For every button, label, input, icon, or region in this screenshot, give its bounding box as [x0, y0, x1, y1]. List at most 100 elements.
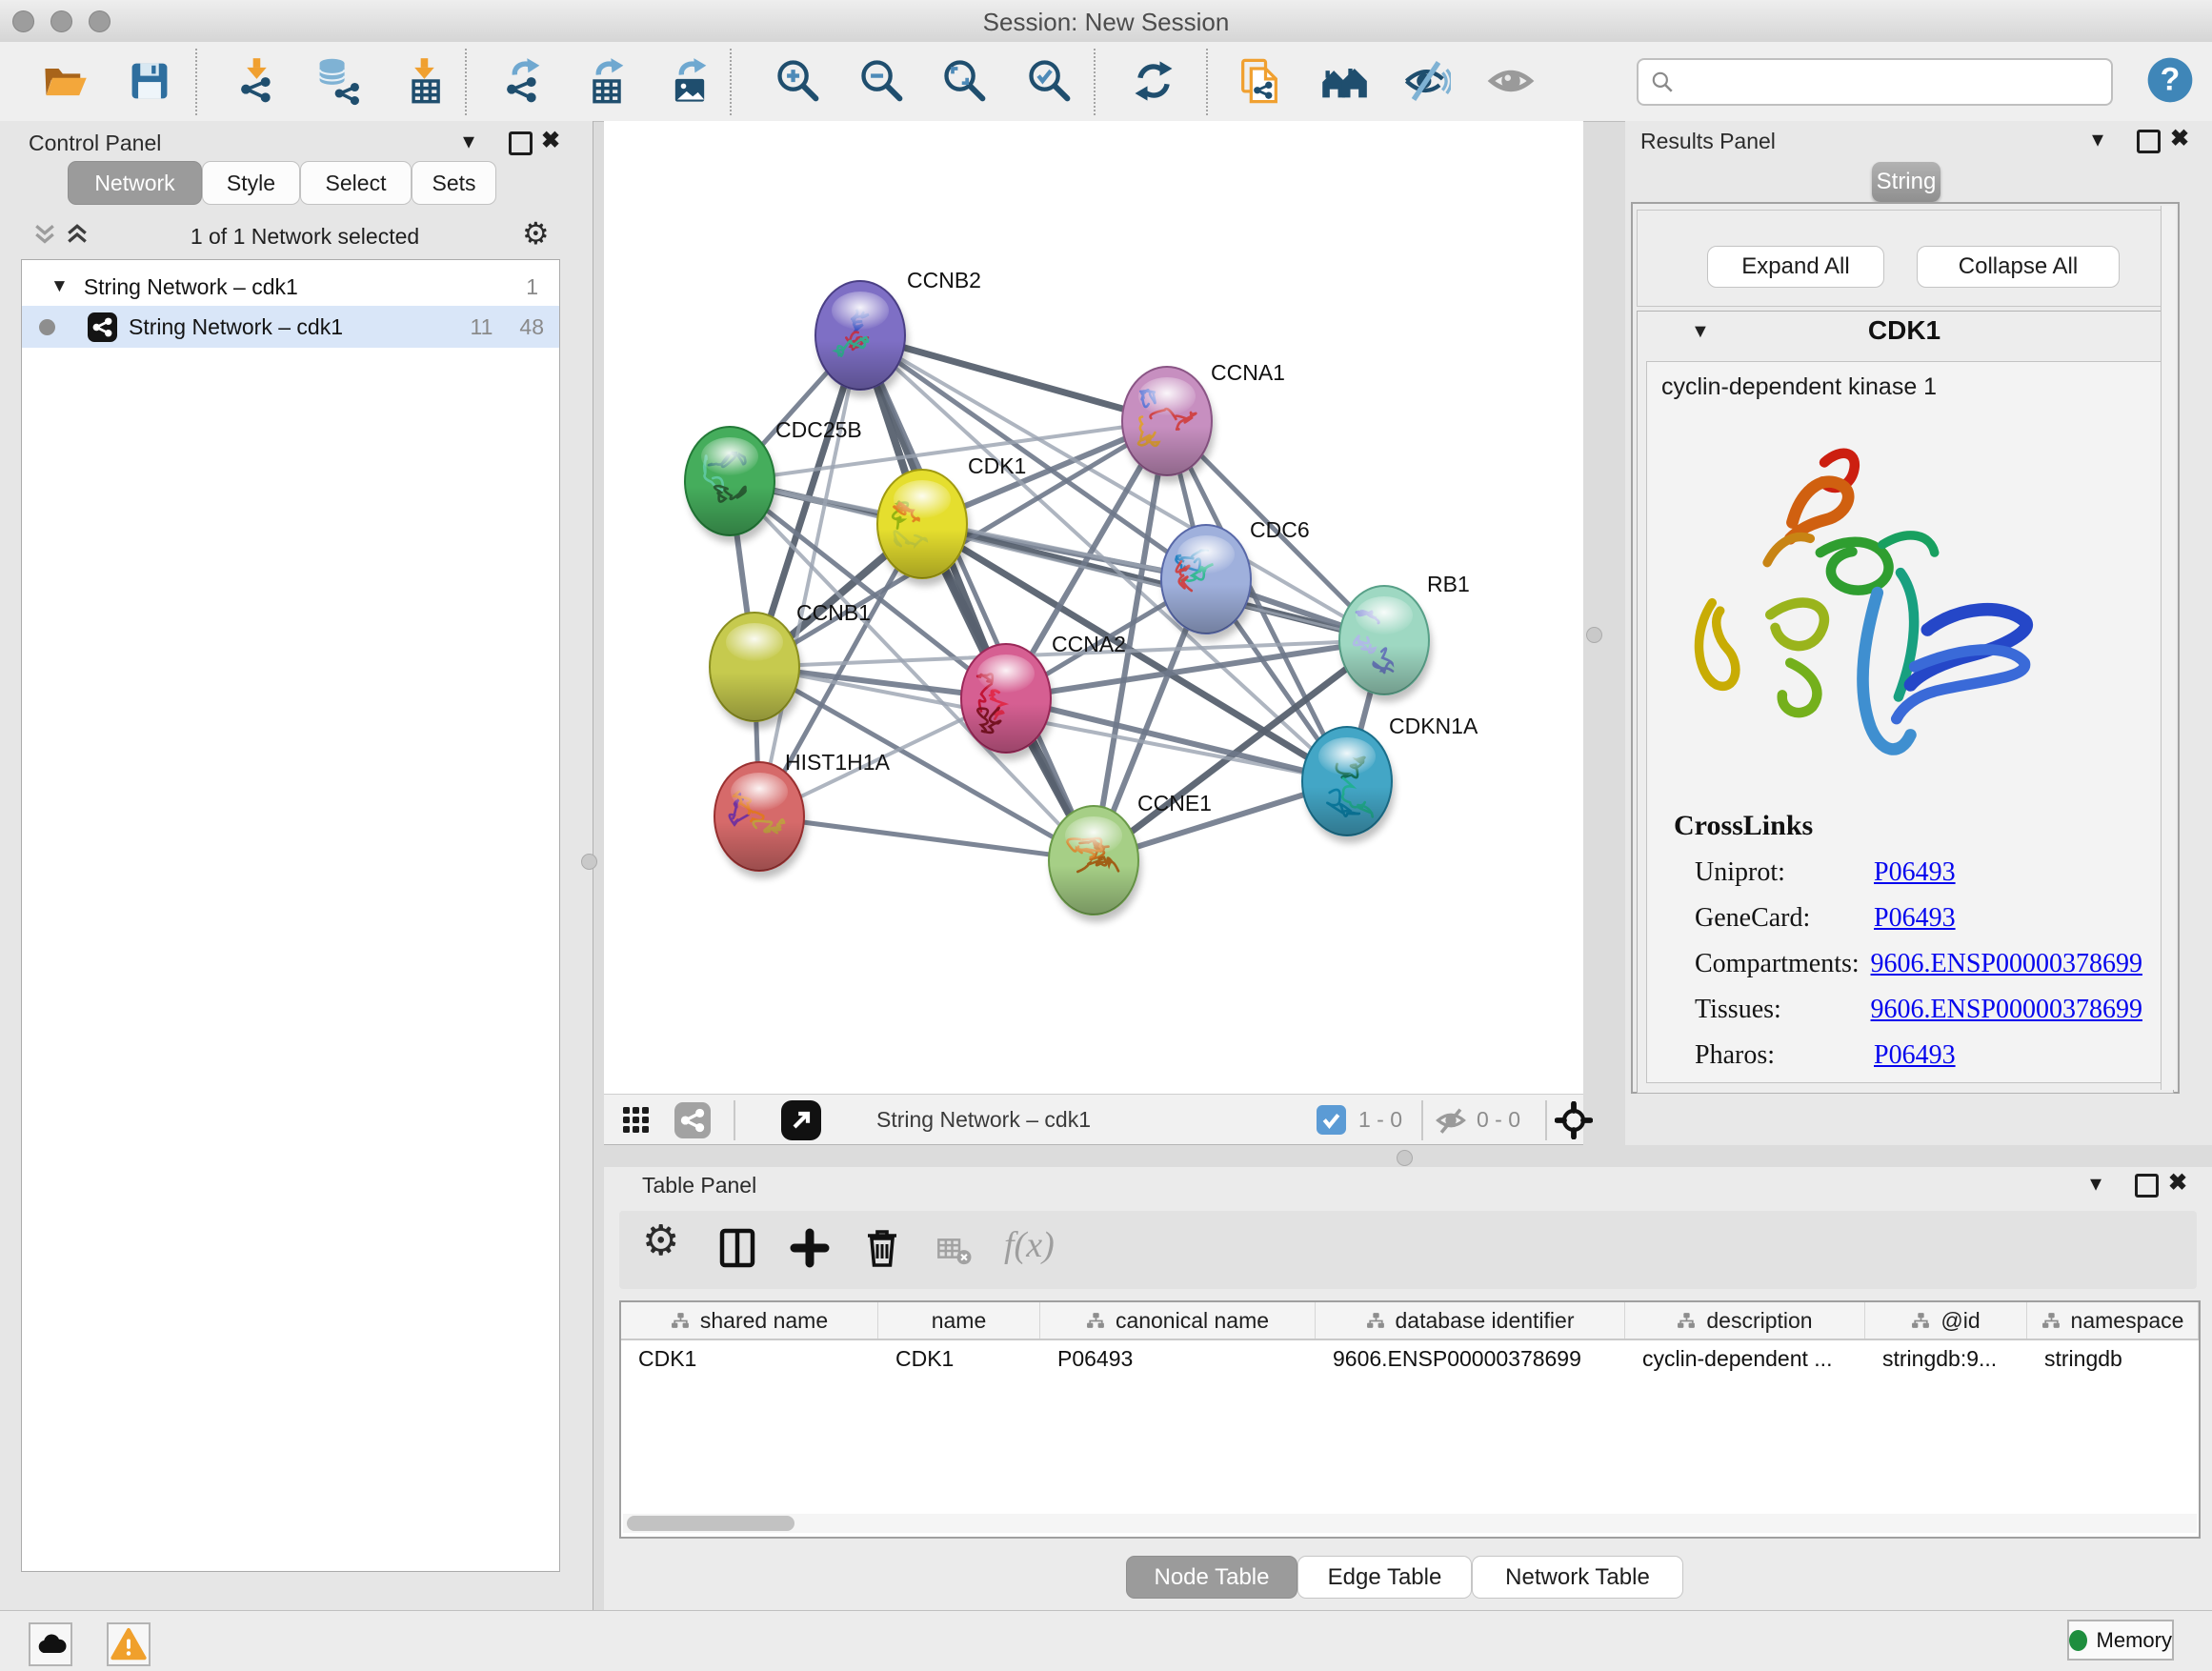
network-share-view-icon[interactable]	[674, 1102, 711, 1143]
expand-all-button[interactable]: Expand All	[1707, 246, 1884, 288]
tab-network-table[interactable]: Network Table	[1472, 1556, 1683, 1599]
show-columns-icon[interactable]	[714, 1225, 764, 1275]
results-panel-close-icon[interactable]: ✖	[2170, 128, 2189, 151]
open-in-window-icon[interactable]	[781, 1100, 821, 1145]
import-table-button[interactable]	[400, 56, 450, 106]
network-edge-count: 48	[519, 314, 544, 340]
zoom-in-button[interactable]	[774, 56, 823, 106]
network-graph: CCNB2CCNA1CDC25BCDK1CDC6RB1CCNB1CCNA2CDK…	[604, 121, 1583, 1094]
network-node-CCNA1[interactable]: CCNA1	[1122, 360, 1285, 483]
warnings-button[interactable]	[107, 1622, 151, 1666]
expand-all-networks-icon[interactable]	[63, 220, 91, 253]
column-header-canonical-name[interactable]: canonical name	[1040, 1302, 1316, 1339]
bottom-splitter-handle[interactable]	[1397, 1150, 1413, 1166]
network-node-CCNA2[interactable]: CCNA2	[961, 632, 1126, 760]
hidden-items-eye-slash-icon[interactable]	[1435, 1104, 1467, 1141]
network-node-CDKN1A[interactable]: CDKN1A	[1302, 714, 1478, 843]
crosslink-link[interactable]: P06493	[1874, 903, 1956, 934]
add-column-icon[interactable]	[787, 1225, 836, 1275]
network-node-CDC6[interactable]: CDC6	[1161, 517, 1310, 641]
column-header-label: database identifier	[1396, 1308, 1575, 1334]
zoom-selected-button[interactable]	[1025, 56, 1075, 106]
delete-column-trash-icon[interactable]	[859, 1225, 909, 1275]
zoom-fit-button[interactable]	[940, 56, 990, 106]
refresh-view-button[interactable]	[1129, 56, 1178, 106]
column-header-shared-name[interactable]: shared name	[621, 1302, 878, 1339]
table-row[interactable]: CDK1CDK1P064939606.ENSP00000378699cyclin…	[621, 1340, 2199, 1377]
left-splitter-handle[interactable]	[581, 854, 597, 870]
column-header-namespace[interactable]: namespace	[2027, 1302, 2199, 1339]
tab-edge-table[interactable]: Edge Table	[1297, 1556, 1472, 1599]
tab-select[interactable]: Select	[300, 161, 412, 205]
network-label: String Network – cdk1	[129, 314, 343, 340]
collapse-all-networks-icon[interactable]	[30, 220, 59, 253]
network-canvas[interactable]: CCNB2CCNA1CDC25BCDK1CDC6RB1CCNB1CCNA2CDK…	[604, 121, 1583, 1094]
export-network-button[interactable]	[498, 56, 548, 106]
export-image-button[interactable]	[665, 56, 714, 106]
network-options-gear-icon[interactable]: ⚙	[522, 218, 550, 249]
table-cell: cyclin-dependent ...	[1625, 1340, 1865, 1377]
protein-structure-image	[1672, 434, 2053, 785]
results-vertical-scrollbar[interactable]	[2161, 206, 2176, 1090]
selected-nodes-checkbox-icon[interactable]	[1317, 1105, 1346, 1139]
column-header-name[interactable]: name	[878, 1302, 1040, 1339]
collapse-all-button[interactable]: Collapse All	[1917, 246, 2120, 288]
export-table-button[interactable]	[582, 56, 632, 106]
column-type-icon	[1086, 1311, 1106, 1331]
search-input[interactable]	[1675, 63, 2111, 101]
tab-string[interactable]: String	[1872, 162, 1941, 202]
crosslink-label: Compartments:	[1695, 949, 1871, 979]
node-table-header: shared namenamecanonical name database id…	[621, 1302, 2199, 1340]
column-header-database-identifier[interactable]: database identifier	[1316, 1302, 1625, 1339]
network-row[interactable]: String Network – cdk1 11 48	[22, 306, 559, 348]
help-button[interactable]: ?	[2143, 53, 2193, 103]
tab-network[interactable]: Network	[68, 161, 202, 205]
selected-node-edge-counts: 1 - 0	[1358, 1107, 1402, 1133]
results-panel-menu-icon[interactable]: ▾	[2092, 129, 2103, 151]
table-scrollbar-thumb[interactable]	[627, 1516, 794, 1531]
network-node-CCNB2[interactable]: CCNB2	[815, 268, 981, 397]
table-panel-menu-icon[interactable]: ▾	[2090, 1173, 2101, 1196]
node-label-CDC6: CDC6	[1250, 517, 1310, 542]
memory-button[interactable]: Memory	[2067, 1620, 2174, 1661]
right-splitter-handle[interactable]	[1586, 627, 1602, 643]
import-network-button[interactable]	[232, 56, 282, 106]
open-session-button[interactable]	[40, 56, 90, 106]
network-node-HIST1H1A[interactable]: HIST1H1A	[714, 750, 891, 878]
table-gear-icon[interactable]: ⚙	[642, 1220, 692, 1270]
results-panel: Results Panel ▾ ✖ String Expand All Coll…	[1625, 121, 2212, 1145]
hide-results-icon[interactable]	[1401, 56, 1451, 106]
import-network-from-database-button[interactable]	[312, 56, 362, 106]
table-horizontal-scrollbar[interactable]	[623, 1514, 2197, 1533]
save-session-button[interactable]	[125, 56, 174, 106]
column-header-description[interactable]: description	[1625, 1302, 1865, 1339]
toolbar-separator	[1094, 49, 1096, 115]
network-collection-row[interactable]: ▼ String Network – cdk1 1	[22, 266, 559, 308]
control-panel-close-icon[interactable]: ✖	[541, 130, 560, 152]
birds-eye-view-icon[interactable]	[1555, 1101, 1593, 1144]
network-node-RB1[interactable]: RB1	[1339, 572, 1470, 702]
tab-style[interactable]: Style	[202, 161, 300, 205]
table-panel-close-icon[interactable]: ✖	[2168, 1172, 2187, 1195]
protein-expander-icon[interactable]: ▼	[1691, 321, 1710, 343]
clone-network-button[interactable]	[1235, 56, 1284, 106]
crosslink-link[interactable]: 9606.ENSP00000378699	[1871, 949, 2142, 979]
network-edges[interactable]	[730, 335, 1384, 860]
crosslink-link[interactable]: P06493	[1874, 857, 1956, 888]
results-panel-float-icon[interactable]	[2137, 130, 2161, 153]
home-view-button[interactable]	[1319, 56, 1369, 106]
control-panel-menu-icon[interactable]: ▾	[463, 131, 474, 153]
control-panel-float-icon[interactable]	[509, 131, 533, 155]
cloud-status-button[interactable]	[29, 1622, 72, 1666]
crosslink-link[interactable]: P06493	[1874, 1040, 1956, 1071]
results-panel-title: Results Panel	[1640, 129, 1776, 154]
grid-view-icon[interactable]	[621, 1105, 652, 1140]
crosslink-link[interactable]: 9606.ENSP00000378699	[1871, 995, 2142, 1025]
show-results-icon[interactable]	[1486, 56, 1536, 106]
column-header--id[interactable]: @id	[1865, 1302, 2027, 1339]
table-panel-float-icon[interactable]	[2135, 1174, 2159, 1198]
tab-sets[interactable]: Sets	[412, 161, 496, 205]
zoom-out-button[interactable]	[857, 56, 907, 106]
collection-expander-icon[interactable]: ▼	[50, 276, 69, 297]
tab-node-table[interactable]: Node Table	[1126, 1556, 1297, 1599]
